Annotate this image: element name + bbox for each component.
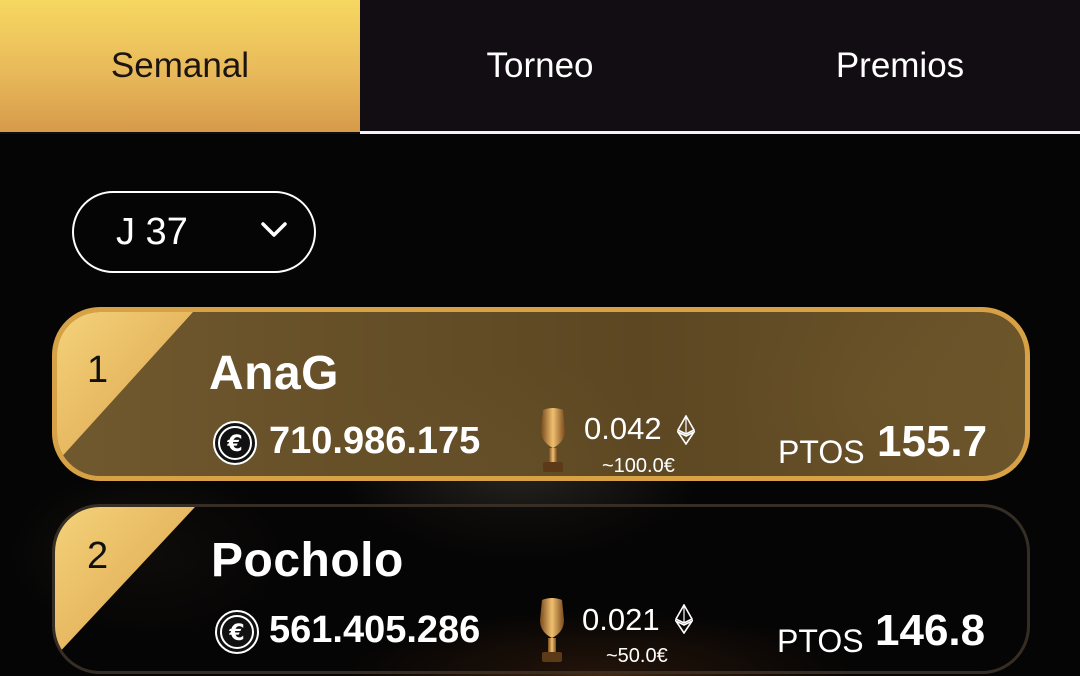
tab-premios[interactable]: Premios [720,0,1080,132]
player-name: Pocholo [211,534,404,587]
svg-text:€: € [228,621,244,646]
tab-torneo[interactable]: Torneo [360,0,720,132]
points-value: 146.8 [875,606,986,655]
round-select-value: J 37 [116,210,188,253]
eth-reward: 0.021 [582,602,660,637]
coin-balance: 561.405.286 [269,609,481,651]
chevron-down-icon [261,222,287,237]
euro-coin-icon: € [215,610,259,654]
player-name: AnaG [209,347,340,400]
eth-reward: 0.042 [584,411,662,446]
leaderboard-row[interactable]: 2 Pocholo € 561.405.286 0.021 ~50.0€ PTO… [52,504,1030,674]
rank-ribbon [57,312,193,462]
trophy-icon [540,598,564,662]
points-label: PTOS [777,623,864,659]
rank-number: 1 [87,349,109,391]
eur-equivalent: ~50.0€ [606,645,668,667]
coin-balance: 710.986.175 [269,420,481,462]
ethereum-icon [675,604,693,634]
euro-coin-icon: € [213,421,257,465]
round-select[interactable]: J 37 [72,191,316,273]
trophy-icon [541,408,565,472]
points-label: PTOS [778,434,865,470]
eur-equivalent: ~100.0€ [602,455,675,477]
tab-underline [360,131,1080,134]
leaderboard-row[interactable]: 1 AnaG € 710.986.175 0.042 ~100.0€ PTOS … [52,307,1030,481]
ethereum-icon [677,415,695,445]
rank-number: 2 [87,535,109,577]
points-value: 155.7 [877,417,988,466]
tab-bar: Semanal Torneo Premios [0,0,1080,134]
svg-text:€: € [226,432,242,457]
rank-ribbon [55,507,195,657]
tab-semanal[interactable]: Semanal [0,0,360,132]
